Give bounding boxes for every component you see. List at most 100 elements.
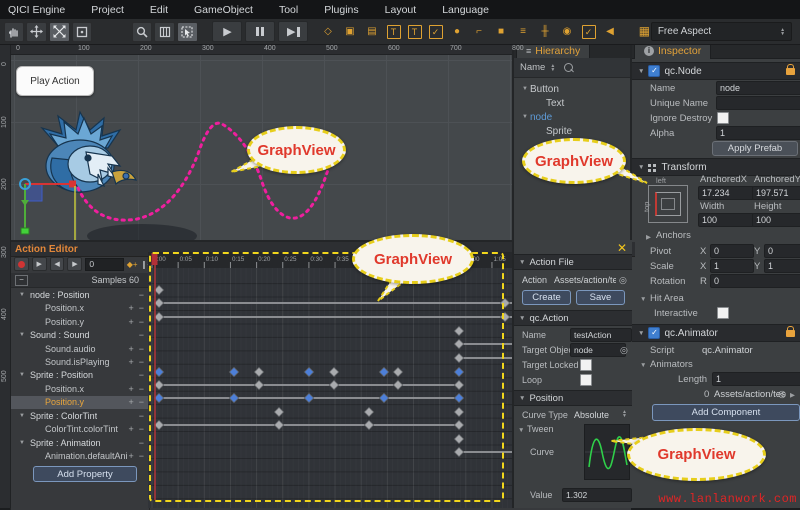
expand-icon[interactable]: ▼ — [520, 86, 530, 92]
qc-action-header[interactable]: ▼ qc.Action — [514, 310, 632, 326]
frame-input[interactable]: 0 — [85, 258, 123, 271]
width-field[interactable]: 100 — [698, 213, 754, 227]
remove-button[interactable]: − — [139, 303, 144, 313]
anchors-expand-icon[interactable]: ▶ — [646, 233, 651, 241]
property-row-position-y[interactable]: Position.y+− — [11, 315, 149, 328]
record-button[interactable] — [14, 257, 29, 271]
tween-expand-icon[interactable]: ▼ — [518, 427, 524, 434]
menu-tool[interactable]: Tool — [279, 4, 298, 16]
qc-animator-header[interactable]: ▼ ✓ qc.Animator — [632, 324, 800, 342]
apply-prefab-button[interactable]: Apply Prefab — [712, 141, 798, 156]
name-field[interactable]: node — [716, 81, 800, 95]
pause-button[interactable] — [245, 21, 275, 42]
input-text-icon[interactable]: T — [408, 25, 422, 39]
curve-preview[interactable] — [584, 424, 630, 480]
menu-project[interactable]: Project — [91, 4, 124, 16]
pivot-x-field[interactable]: 0 — [710, 244, 754, 258]
list-icon[interactable]: ≡ — [516, 24, 531, 39]
hierarchy-item-sprite[interactable]: Sprite — [514, 124, 632, 138]
loop-checkbox[interactable] — [580, 374, 592, 386]
checkbox-icon[interactable]: ✓ — [582, 25, 596, 39]
curve-type-dropdown[interactable]: Absolute — [574, 410, 609, 420]
prev-key-button[interactable]: ◀ — [50, 257, 65, 271]
add-component-button[interactable]: Add Component — [652, 404, 800, 421]
remove-button[interactable]: − — [139, 330, 144, 340]
menu-qici-engine[interactable]: QICI Engine — [8, 4, 65, 16]
remove-button[interactable]: − — [139, 370, 144, 380]
target-picker-icon[interactable]: ◎ — [620, 345, 628, 356]
search-icon[interactable] — [564, 63, 573, 72]
lock-icon[interactable] — [786, 330, 795, 337]
remove-button[interactable]: − — [139, 451, 144, 461]
timeline[interactable]: 0:000:050:100:150:200:250:300:350:400:45… — [148, 252, 512, 508]
add-key-button[interactable]: + — [128, 344, 133, 354]
add-key-button[interactable]: + — [128, 317, 133, 327]
hand-tool-button[interactable] — [4, 22, 25, 42]
node-tree-icon[interactable]: ◇ — [321, 24, 336, 39]
remove-button[interactable]: − — [139, 438, 144, 448]
step-button[interactable]: ▶ — [278, 21, 308, 42]
name-filter-dropdown[interactable]: Name — [520, 62, 545, 73]
remove-button[interactable]: − — [139, 317, 144, 327]
alpha-field[interactable]: 1 — [716, 126, 800, 140]
property-row-sound-isplaying[interactable]: Sound.isPlaying+− — [11, 355, 149, 368]
sound-badge-icon[interactable]: ● — [450, 24, 465, 39]
expand-icon[interactable]: ▼ — [11, 332, 28, 338]
menu-gameobject[interactable]: GameObject — [194, 4, 253, 16]
grid-icon[interactable]: ▦ — [638, 24, 651, 39]
pivot-y-field[interactable]: 0 — [764, 244, 800, 258]
property-row-animation-defaultanim[interactable]: Animation.defaultAnim+− — [11, 449, 149, 462]
property-row-position-x[interactable]: Position.x+− — [11, 382, 149, 395]
enabled-checkbox[interactable]: ✓ — [648, 65, 660, 77]
create-button[interactable]: Create — [522, 290, 571, 305]
add-key-button[interactable]: + — [128, 384, 133, 394]
anchoredy-field[interactable]: 197.571 — [752, 186, 800, 200]
length-field[interactable]: 1 — [712, 372, 800, 386]
scale-y-field[interactable]: 1 — [764, 259, 800, 273]
property-row-node-position[interactable]: ▼node : Position− — [11, 288, 149, 301]
remove-button[interactable]: − — [139, 397, 144, 407]
lock-icon[interactable] — [786, 68, 795, 75]
play-button[interactable]: ▶ — [212, 21, 242, 42]
remove-button[interactable]: − — [139, 357, 144, 367]
property-row-position-x[interactable]: Position.x+− — [11, 301, 149, 314]
add-key-button[interactable]: + — [128, 303, 133, 313]
target-object-field[interactable]: node — [570, 343, 626, 357]
hierarchy-item-node[interactable]: ▼node — [514, 110, 632, 124]
animator-asset[interactable]: Assets/action/tes — [714, 389, 786, 400]
ignore-destroy-checkbox[interactable] — [717, 112, 729, 124]
qc-node-header[interactable]: ▼ ✓ qc.Node — [632, 62, 800, 80]
collapse-all-button[interactable]: − — [15, 275, 28, 286]
menu-edit[interactable]: Edit — [150, 4, 168, 16]
menu-plugins[interactable]: Plugins — [324, 4, 358, 16]
height-field[interactable]: 100 — [752, 213, 800, 227]
move-tool-button[interactable] — [26, 22, 47, 42]
remove-button[interactable]: − — [139, 424, 144, 434]
anchor-preset-widget[interactable] — [648, 185, 688, 223]
remove-button[interactable]: − — [139, 344, 144, 354]
remove-button[interactable]: − — [139, 384, 144, 394]
property-row-colortint-colortint[interactable]: ColorTint.colorTint+− — [11, 423, 149, 436]
expand-icon[interactable]: ▼ — [520, 114, 530, 120]
add-key-button[interactable]: + — [128, 424, 133, 434]
scale-tool-button[interactable] — [49, 22, 70, 42]
text-icon[interactable]: T — [387, 25, 401, 39]
action-path[interactable]: Assets/action/testActi — [554, 275, 616, 285]
expand-icon[interactable]: ▼ — [11, 292, 28, 298]
zoom-tool-button[interactable] — [132, 22, 153, 42]
target-picker-icon[interactable]: ◎ — [619, 275, 627, 286]
target-locked-checkbox[interactable] — [580, 359, 592, 371]
property-row-sprite-position[interactable]: ▼Sprite : Position− — [11, 369, 149, 382]
expand-icon[interactable]: ▼ — [11, 413, 28, 419]
action-name-field[interactable]: testAction — [570, 328, 632, 342]
add-event-icon[interactable]: ◆+ — [127, 260, 138, 269]
action-file-header[interactable]: ▼ Action File — [514, 254, 632, 270]
rotation-field[interactable]: 0 — [710, 274, 800, 288]
anchoredx-field[interactable]: 17.234 — [698, 186, 754, 200]
rect-tool-button[interactable] — [72, 22, 93, 42]
transform-gizmo[interactable] — [10, 172, 100, 240]
panel-icon[interactable]: ■ — [494, 24, 509, 39]
close-action-editor-button[interactable]: ✕ — [617, 241, 627, 255]
add-property-button[interactable]: Add Property — [33, 466, 137, 482]
hierarchy-item-text[interactable]: Text — [514, 96, 632, 110]
